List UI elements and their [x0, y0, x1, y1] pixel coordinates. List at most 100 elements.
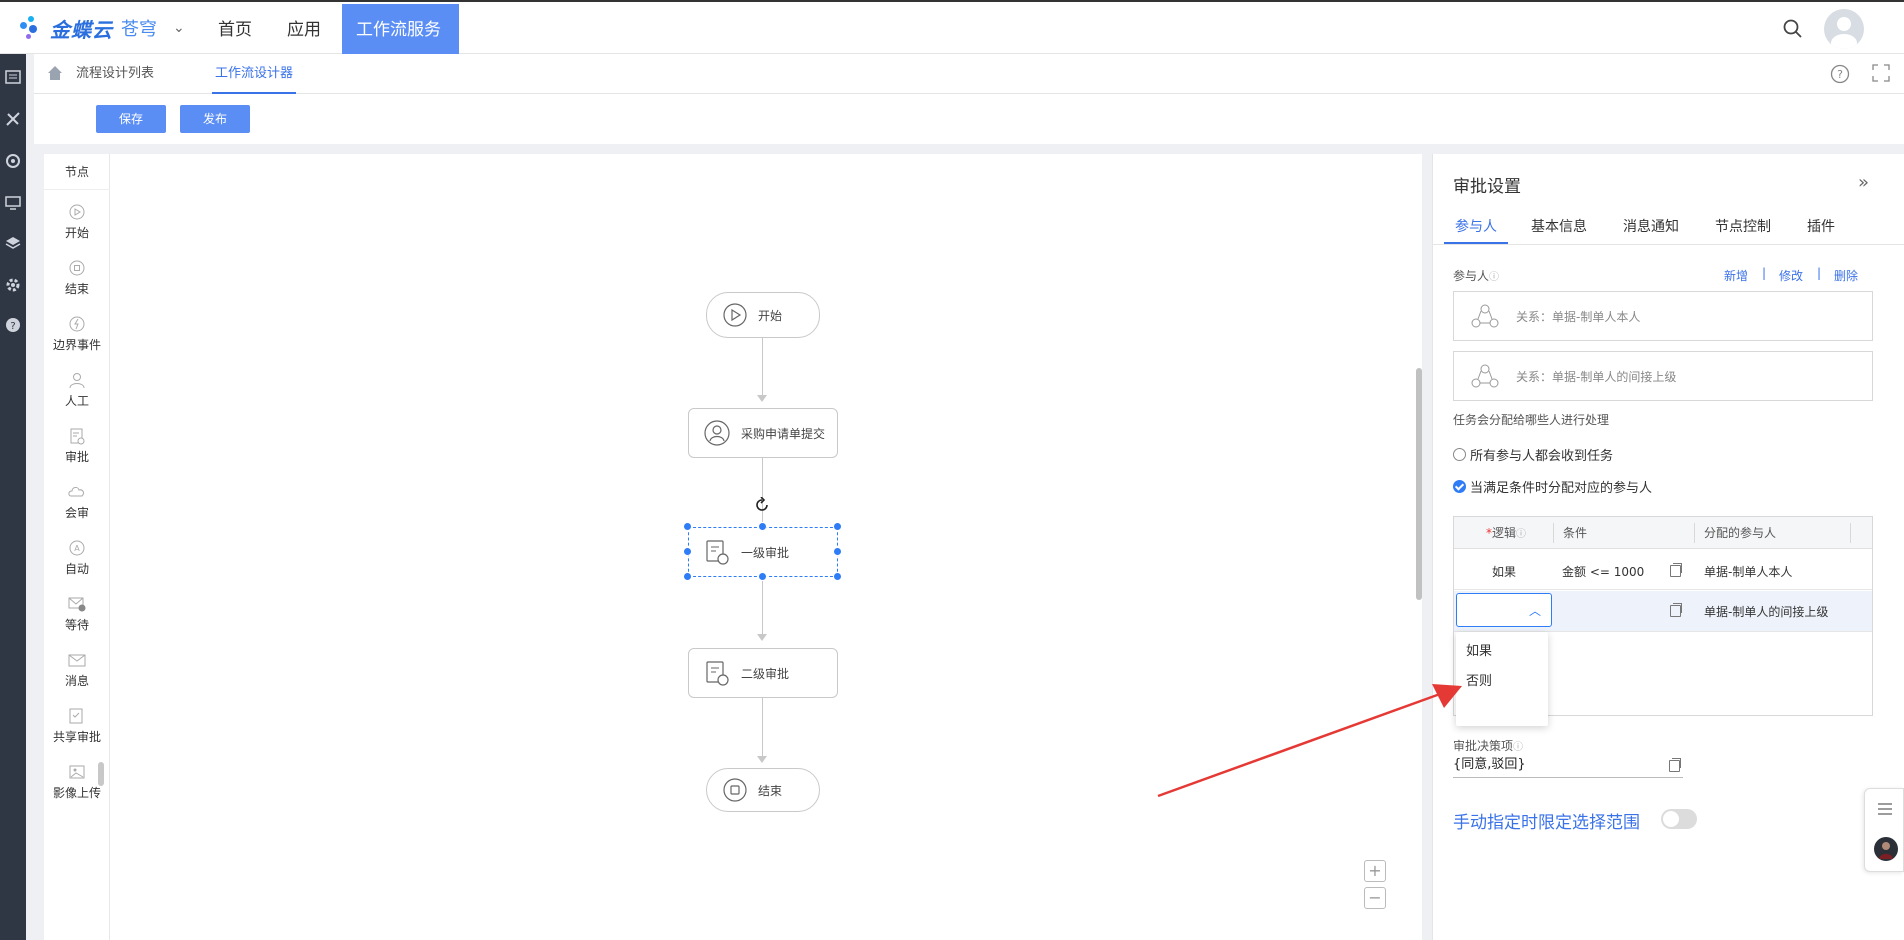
crumb-workflow-designer[interactable]: 工作流设计器: [212, 54, 297, 94]
zoom-in-icon[interactable]: +: [1364, 860, 1386, 882]
fullscreen-icon[interactable]: [1872, 64, 1890, 82]
palette-node-manual[interactable]: 人工: [44, 370, 110, 418]
panel-title: 审批设置: [1453, 177, 1521, 197]
avatar[interactable]: [1824, 9, 1864, 49]
palette-node-start[interactable]: 开始: [44, 202, 110, 250]
participant-card[interactable]: 关系：单据-制单人本人: [1453, 291, 1873, 341]
resize-handle[interactable]: [683, 547, 692, 556]
radio-conditional-participants[interactable]: 当满足条件时分配对应的参与人: [1453, 477, 1652, 496]
palette-node-label: 人工: [64, 394, 89, 408]
stop-circle-icon: [69, 260, 85, 276]
info-icon: ⓘ: [1489, 272, 1500, 283]
row-assignee[interactable]: 单据-制单人的间接上级: [1704, 603, 1828, 620]
info-icon: ⓘ: [1516, 529, 1527, 540]
list-icon[interactable]: [0, 64, 26, 90]
palette-node-wait[interactable]: 等待: [44, 594, 110, 642]
flow-node-level1-approval[interactable]: 一级审批: [688, 527, 838, 577]
row-condition[interactable]: 金额 <= 1000: [1562, 563, 1644, 580]
header-condition: 条件: [1563, 526, 1588, 540]
assistant-avatar[interactable]: [1874, 837, 1898, 861]
copy-icon[interactable]: [1670, 563, 1682, 577]
breadcrumb: 流程设计列表 工作流设计器 ?: [34, 54, 1904, 94]
action-separator: |: [1762, 266, 1767, 280]
search-icon[interactable]: [1782, 18, 1804, 40]
target-icon[interactable]: [0, 148, 26, 174]
delete-participant-link[interactable]: 删除: [1834, 267, 1858, 284]
flow-node-level2-approval[interactable]: 二级审批: [688, 648, 838, 698]
participant-card[interactable]: 关系：单据-制单人的间接上级: [1453, 351, 1873, 401]
row-divider: [1454, 589, 1872, 590]
crumb-process-list[interactable]: 流程设计列表: [76, 54, 154, 94]
nav-workflow-service[interactable]: 工作流服务: [342, 4, 459, 56]
tab-plugin[interactable]: 插件: [1807, 210, 1835, 244]
publish-button[interactable]: 发布: [180, 105, 250, 133]
palette-node-auto[interactable]: A 自动: [44, 538, 110, 586]
tab-participants[interactable]: 参与人: [1444, 210, 1508, 244]
palette-node-joint-review[interactable]: 会审: [44, 482, 110, 530]
resize-handle[interactable]: [683, 572, 692, 581]
flow-node-submit[interactable]: 采购申请单提交: [688, 408, 838, 458]
zoom-out-icon[interactable]: −: [1364, 887, 1386, 909]
connector-line: [762, 698, 763, 758]
resize-handle[interactable]: [833, 547, 842, 556]
radio-button-checked[interactable]: [1453, 480, 1466, 493]
range-limit-toggle[interactable]: [1661, 809, 1697, 829]
layers-icon[interactable]: [0, 230, 26, 256]
logo-dots-icon: [18, 14, 44, 42]
brand-logo[interactable]: 金蝶云 苍穹 ⌄: [18, 12, 185, 44]
flow-node-start[interactable]: 开始: [706, 292, 820, 338]
resize-handle[interactable]: [833, 572, 842, 581]
svg-text:?: ?: [1837, 68, 1843, 81]
radio-button[interactable]: [1453, 448, 1466, 461]
radio-all-participants[interactable]: 所有参与人都会收到任务: [1453, 445, 1613, 464]
participant-text: 关系：单据-制单人的间接上级: [1516, 369, 1677, 384]
resize-handle[interactable]: [683, 522, 692, 531]
home-icon[interactable]: [46, 64, 64, 82]
nav-apps[interactable]: 应用: [273, 4, 335, 56]
nav-home[interactable]: 首页: [204, 4, 266, 56]
copy-icon[interactable]: [1669, 758, 1681, 772]
palette-node-message[interactable]: 消息: [44, 650, 110, 698]
row-logic[interactable]: 如果: [1492, 563, 1516, 580]
flow-node-end[interactable]: 结束: [706, 768, 820, 812]
save-button[interactable]: 保存: [96, 105, 166, 133]
palette-node-end[interactable]: 结束: [44, 258, 110, 306]
flow-node-label: 开始: [758, 308, 783, 323]
play-circle-icon: [723, 303, 747, 327]
design-tools-icon[interactable]: [0, 106, 26, 132]
connector-line: [762, 577, 763, 636]
chevron-up-icon[interactable]: ︿: [1529, 602, 1541, 619]
menu-icon[interactable]: [1876, 801, 1894, 817]
approval-doc-icon: [706, 540, 729, 565]
monitor-icon[interactable]: [0, 190, 26, 216]
help-icon[interactable]: ?: [1830, 64, 1850, 84]
radio-label: 当满足条件时分配对应的参与人: [1470, 481, 1653, 496]
collapse-panel-icon[interactable]: »: [1858, 172, 1869, 193]
column-divider: [1850, 523, 1851, 543]
tab-node-control[interactable]: 节点控制: [1715, 210, 1771, 244]
decision-field[interactable]: {同意,驳回}: [1453, 754, 1683, 778]
tab-basic-info[interactable]: 基本信息: [1531, 210, 1587, 244]
palette-node-approval[interactable]: 审批: [44, 426, 110, 474]
palette-node-boundary-event[interactable]: 边界事件: [44, 314, 110, 362]
gear-icon[interactable]: [0, 272, 26, 298]
brand-sub: 苍穹: [121, 19, 157, 40]
add-participant-link[interactable]: 新增: [1724, 267, 1748, 284]
copy-icon[interactable]: [1670, 603, 1682, 617]
help-circle-icon[interactable]: ?: [0, 312, 26, 338]
dropdown-option-if[interactable]: 如果: [1466, 640, 1492, 659]
logic-select[interactable]: ︿: [1456, 593, 1552, 627]
canvas-scrollbar[interactable]: [1416, 368, 1422, 600]
person-icon: [704, 420, 730, 446]
tab-message-notify[interactable]: 消息通知: [1623, 210, 1679, 244]
resize-handle[interactable]: [758, 572, 767, 581]
palette-scrollbar[interactable]: [98, 762, 104, 786]
rotate-icon[interactable]: [754, 496, 770, 513]
row-assignee[interactable]: 单据-制单人本人: [1704, 563, 1792, 580]
resize-handle[interactable]: [758, 522, 767, 531]
palette-node-shared-approval[interactable]: 共享审批: [44, 706, 110, 754]
edit-participant-link[interactable]: 修改: [1779, 267, 1803, 284]
participant-text: 关系：单据-制单人本人: [1516, 309, 1641, 324]
resize-handle[interactable]: [833, 522, 842, 531]
chevron-down-icon[interactable]: ⌄: [173, 20, 185, 36]
